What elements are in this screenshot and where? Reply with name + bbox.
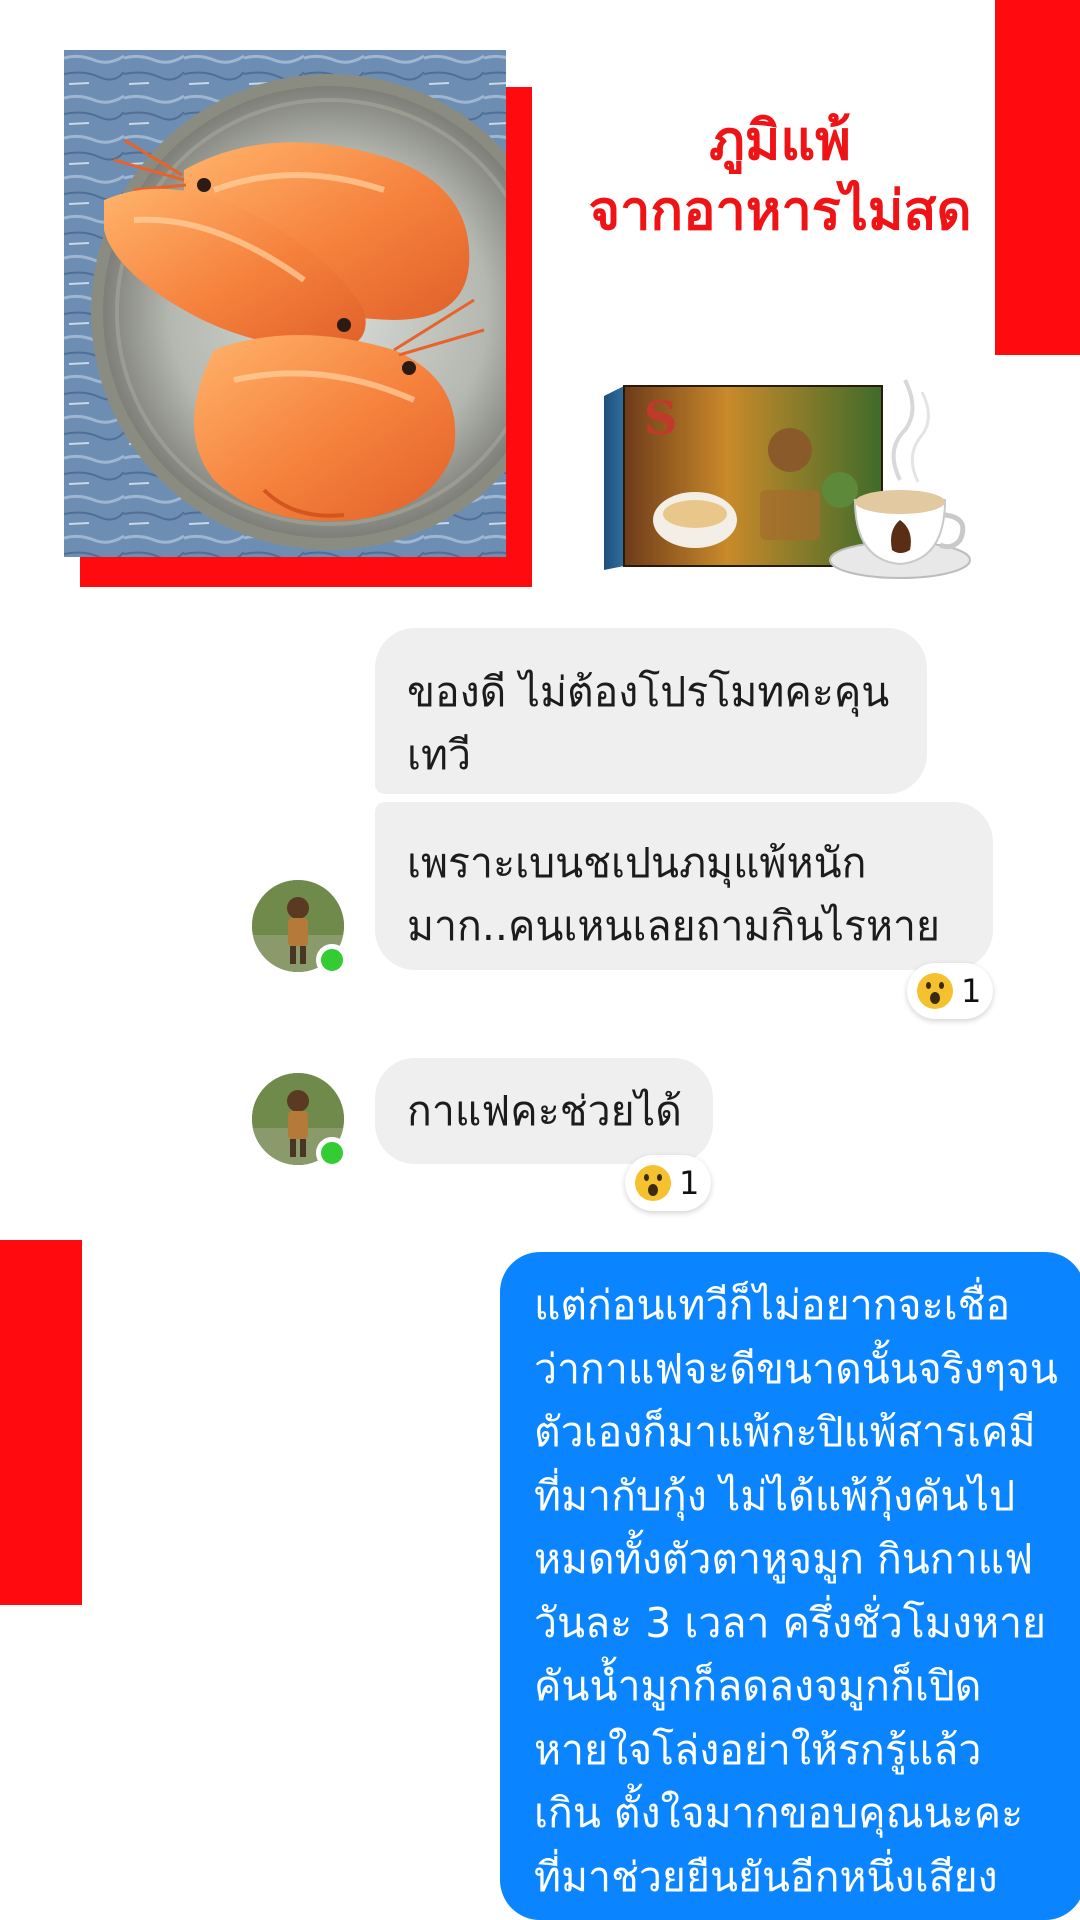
message-text-line: มาก..คนเหนเลยถามกินไรหาย	[407, 902, 941, 950]
message-text-line: วันละ 3 เวลา ครึ่งชั่วโมงหาย	[534, 1598, 1047, 1647]
incoming-message-bubble[interactable]: ของดี ไม่ต้องโปรโมทคะคุน เทวี	[375, 628, 927, 794]
sender-avatar[interactable]	[252, 1073, 348, 1169]
message-text-line: เกิน ตั้งใจมากขอบคุณนะคะ	[534, 1789, 1024, 1837]
wow-emoji-icon	[917, 973, 953, 1009]
message-text-line: ของดี ไม่ต้องโปรโมทคะคุน	[407, 668, 890, 716]
svg-text:S: S	[644, 391, 677, 445]
message-text-line: หมดทั้งตัวตาหูจมูก กินกาแฟ	[534, 1535, 1034, 1583]
message-reaction[interactable]: 1	[907, 963, 994, 1019]
message-text-line: ตัวเองก็มาแพ้กะปิแพ้สารเคมี	[534, 1408, 1036, 1456]
red-accent-bar-top-right	[995, 0, 1080, 355]
coffee-product-image: S	[600, 370, 980, 590]
incoming-message-bubble[interactable]: กาแฟคะช่วยได้	[375, 1058, 713, 1164]
headline-line-1: ภูมิแพ้	[709, 108, 851, 172]
message-text-line: ที่มากับกุ้ง ไม่ได้แพ้กุ้งคันไป	[534, 1471, 1016, 1520]
headline: ภูมิแพ้ จากอาหารไม่สด	[560, 105, 1000, 245]
message-text-line: เพราะเบนชเปนภมุแพ้หนัก	[407, 839, 867, 887]
incoming-message-bubble[interactable]: เพราะเบนชเปนภมุแพ้หนัก มาก..คนเหนเลยถามก…	[375, 802, 993, 970]
message-text-line: กาแฟคะช่วยได้	[407, 1087, 682, 1135]
outgoing-message-bubble[interactable]: แต่ก่อนเทวีก็ไม่อยากจะเชื่อ ว่ากาแฟจะดีข…	[500, 1252, 1080, 1920]
message-text-line: เทวี	[407, 731, 472, 779]
message-text-line: หายใจโล่งอย่าให้รกรู้แล้ว	[534, 1725, 982, 1774]
message-text-line: ที่มาช่วยยืนยันอีกหนึ่งเสียง	[534, 1852, 998, 1901]
message-text-line: ว่ากาแฟจะดีขนาดนั้นจริงๆจน	[534, 1344, 1058, 1393]
message-text-line: แต่ก่อนเทวีก็ไม่อยากจะเชื่อ	[534, 1281, 1011, 1329]
online-status-dot	[316, 944, 348, 976]
shrimp-plate-photo	[64, 50, 506, 557]
message-text-line: คันน้ำมูกก็ลดลงจมูกก็เปิด	[534, 1662, 982, 1710]
headline-line-2: จากอาหารไม่สด	[588, 178, 972, 243]
reaction-count: 1	[961, 972, 982, 1010]
wow-emoji-icon	[635, 1165, 671, 1201]
red-accent-bar-left	[0, 1240, 82, 1605]
message-reaction[interactable]: 1	[625, 1155, 712, 1211]
sender-avatar[interactable]	[252, 880, 348, 976]
online-status-dot	[316, 1137, 348, 1169]
reaction-count: 1	[679, 1164, 700, 1202]
